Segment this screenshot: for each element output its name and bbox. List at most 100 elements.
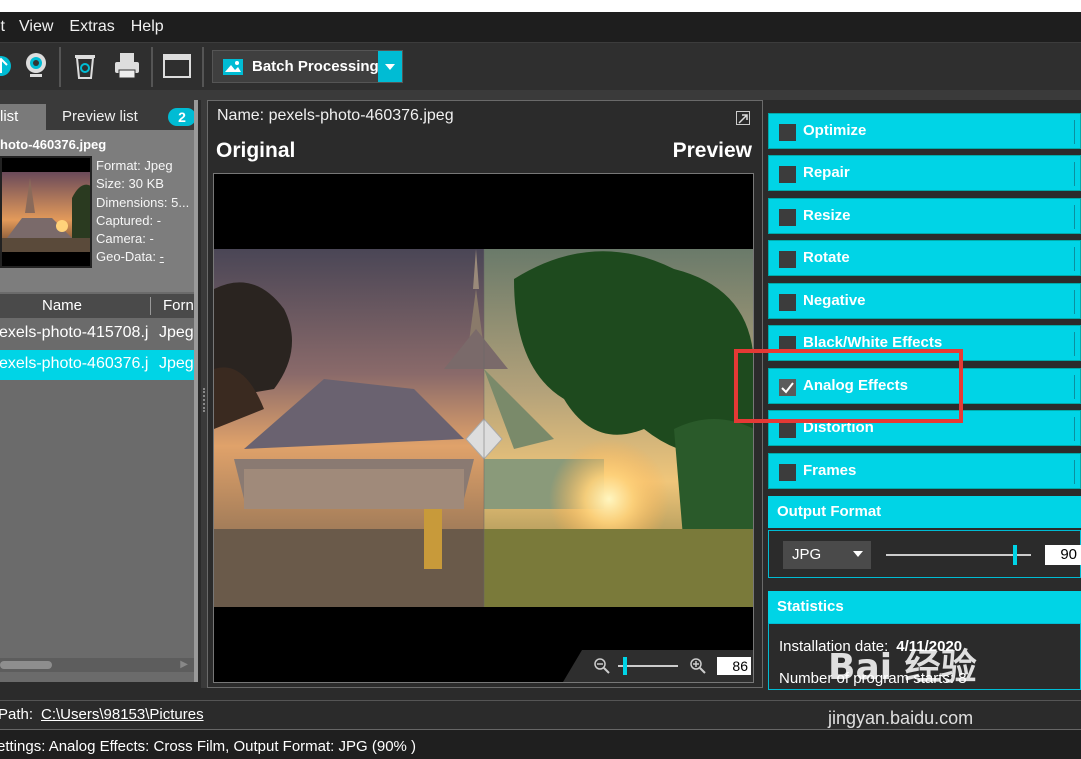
zoom-in-icon[interactable] xyxy=(689,657,707,675)
zoom-value-input[interactable]: 86 xyxy=(717,657,751,675)
row-name: exels-photo-460376.j xyxy=(0,355,149,372)
watermark-url: jingyan.baidu.com xyxy=(828,708,974,728)
effect-edge xyxy=(1074,290,1080,314)
effect-edge xyxy=(1074,120,1080,144)
webcam-icon[interactable] xyxy=(21,51,51,81)
meta-camera: Camera: - xyxy=(96,231,154,247)
tab-list[interactable]: list xyxy=(0,104,46,130)
quality-slider-track[interactable] xyxy=(886,554,1031,556)
preview-panel: Name: pexels-photo-460376.jpeg Original … xyxy=(207,100,763,688)
menu-edit[interactable]: it xyxy=(0,18,5,36)
effect-optimize[interactable]: Optimize xyxy=(768,113,1081,149)
chevron-down-icon xyxy=(385,63,395,70)
chevron-down-icon xyxy=(853,551,863,557)
effect-edge xyxy=(1074,417,1080,441)
original-label: Original xyxy=(216,139,296,162)
horizontal-scrollbar[interactable]: ▶ xyxy=(0,658,194,672)
effect-checkbox[interactable] xyxy=(779,166,796,183)
statistics-header[interactable]: Statistics xyxy=(768,591,1081,623)
output-format-title: Output Format xyxy=(777,503,882,520)
effect-label: Frames xyxy=(803,462,857,479)
effect-label: Negative xyxy=(803,292,866,309)
scrollbar-thumb[interactable] xyxy=(0,661,52,669)
output-format-body: JPG 90 xyxy=(768,530,1081,578)
meta-geo-label: Geo-Data: xyxy=(96,249,156,265)
quality-value-input[interactable]: 90 xyxy=(1045,545,1081,565)
meta-geo-link[interactable]: - xyxy=(160,249,164,264)
comparison-image xyxy=(214,249,753,607)
effect-edge xyxy=(1074,375,1080,399)
scroll-right-arrow[interactable]: ▶ xyxy=(180,659,188,670)
printer-icon[interactable] xyxy=(112,51,142,81)
batch-processing-button[interactable]: Batch Processing xyxy=(212,50,403,83)
effect-checkbox[interactable] xyxy=(779,209,796,226)
toolbar-separator xyxy=(59,47,61,87)
recycle-bin-icon[interactable] xyxy=(70,51,100,81)
column-separator[interactable] xyxy=(150,297,151,315)
file-thumbnail xyxy=(0,156,92,268)
baidu-watermark: Bai 经验 jingyan.baidu.com xyxy=(828,638,1078,738)
output-format-header[interactable]: Output Format xyxy=(768,496,1081,528)
path-link[interactable]: C:\Users\98153\Pictures xyxy=(41,706,204,723)
zoom-control: 86 % xyxy=(563,650,753,682)
image-viewer[interactable]: 86 % xyxy=(213,173,754,683)
effect-frames[interactable]: Frames xyxy=(768,453,1081,489)
effect-label: Rotate xyxy=(803,249,850,266)
batch-image-icon xyxy=(223,58,243,75)
menu-view[interactable]: View xyxy=(19,18,53,36)
meta-format: Format: Jpeg xyxy=(96,158,173,173)
format-select[interactable]: JPG xyxy=(783,541,871,569)
effect-checkbox[interactable] xyxy=(779,251,796,268)
menu-help[interactable]: Help xyxy=(131,18,164,36)
zoom-slider-handle[interactable] xyxy=(623,657,627,675)
format-value: JPG xyxy=(792,546,822,563)
effect-edge xyxy=(1074,162,1080,186)
effect-checkbox[interactable] xyxy=(779,124,796,141)
table-row[interactable]: exels-photo-415708.j Jpeg xyxy=(0,319,194,349)
window-icon[interactable] xyxy=(162,51,192,81)
left-panel: list Preview list 2 hoto-460376.jpeg For… xyxy=(0,100,198,682)
file-name: hoto-460376.jpeg xyxy=(0,137,107,152)
effect-resize[interactable]: Resize xyxy=(768,198,1081,234)
column-format[interactable]: Forn xyxy=(163,297,194,314)
toolbar-separator xyxy=(151,47,153,87)
effect-label: Repair xyxy=(803,164,850,181)
zoom-unit: % xyxy=(753,658,754,674)
toolbar-separator xyxy=(202,47,204,87)
effect-negative[interactable]: Negative xyxy=(768,283,1081,319)
column-name[interactable]: Name xyxy=(42,297,82,314)
upload-icon[interactable] xyxy=(0,51,16,81)
file-info-box: hoto-460376.jpeg Format: Jpeg Size: 30 K… xyxy=(0,130,198,292)
left-panel-border xyxy=(194,100,198,682)
menu-extras[interactable]: Extras xyxy=(69,18,114,36)
temple-photo xyxy=(214,249,753,607)
batch-dropdown-arrow[interactable] xyxy=(378,51,402,82)
effect-edge xyxy=(1074,205,1080,229)
watermark-brand: Bai 经验 xyxy=(828,647,977,688)
statistics-title: Statistics xyxy=(777,598,844,615)
path-label: Path: xyxy=(0,706,34,723)
table-row-selected[interactable]: exels-photo-460376.j Jpeg xyxy=(0,350,194,380)
splitter-grip xyxy=(203,388,205,412)
batch-processing-label: Batch Processing xyxy=(252,58,379,75)
effect-checkbox[interactable] xyxy=(779,294,796,311)
tab-preview-list[interactable]: Preview list xyxy=(62,108,138,125)
settings-summary: ettings: Analog Effects: Cross Film, Out… xyxy=(0,738,417,755)
effect-checkbox[interactable] xyxy=(779,464,796,481)
meta-dimensions: Dimensions: 5... xyxy=(96,194,190,210)
effect-checkbox[interactable] xyxy=(779,421,796,438)
quality-slider-handle[interactable] xyxy=(1013,545,1017,565)
left-tabs: list Preview list 2 xyxy=(0,100,198,130)
expand-icon[interactable] xyxy=(736,111,750,125)
preview-count-badge: 2 xyxy=(168,108,196,126)
effect-edge xyxy=(1074,332,1080,356)
effect-label: Resize xyxy=(803,207,851,224)
effect-repair[interactable]: Repair xyxy=(768,155,1081,191)
zoom-slider-track[interactable] xyxy=(618,665,678,667)
zoom-out-icon[interactable] xyxy=(593,657,611,675)
effect-rotate[interactable]: Rotate xyxy=(768,240,1081,276)
image-name-label: Name: pexels-photo-460376.jpeg xyxy=(217,107,454,124)
effect-edge xyxy=(1074,460,1080,484)
highlight-annotation-box xyxy=(734,349,963,423)
row-name: exels-photo-415708.j xyxy=(0,324,149,341)
